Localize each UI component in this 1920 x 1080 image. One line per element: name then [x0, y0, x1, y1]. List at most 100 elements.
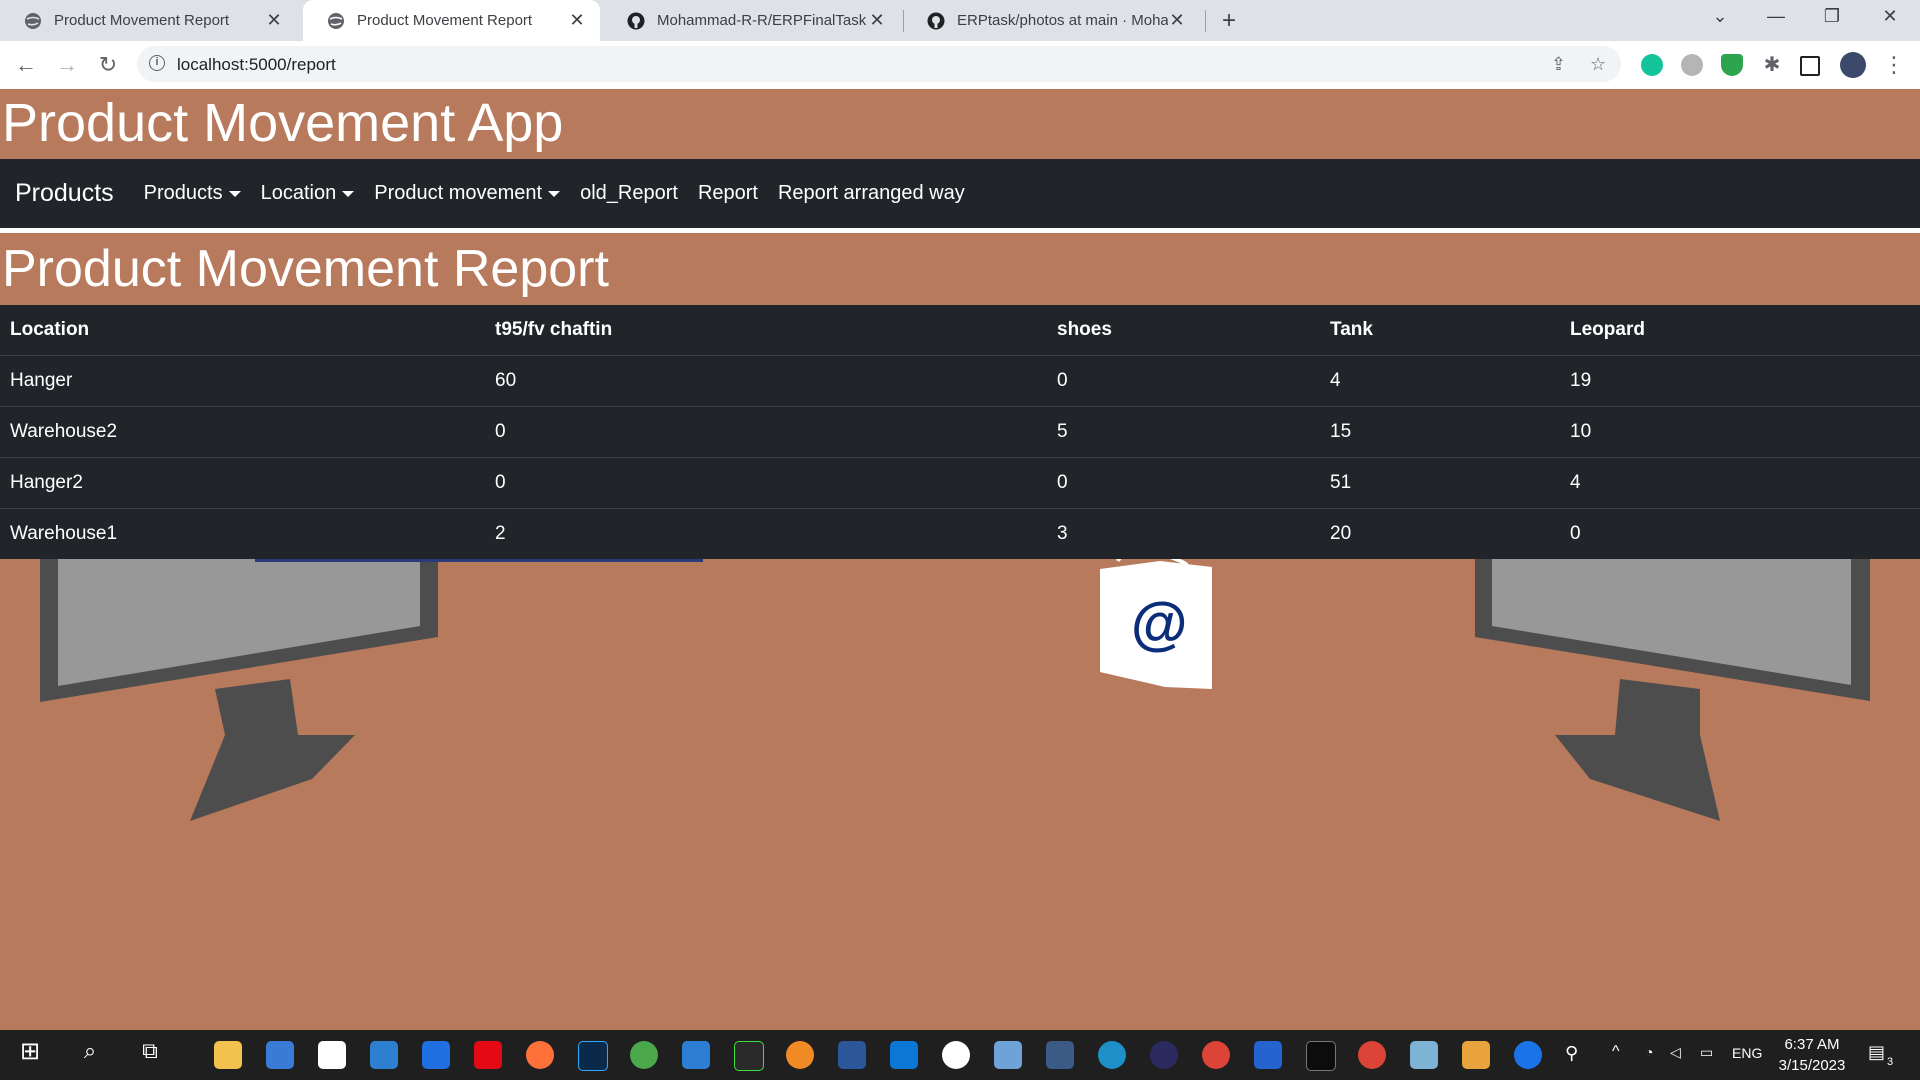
- column-header-t95-fv-chaftin: t95/fv chaftin: [485, 305, 1047, 356]
- photoshop-icon[interactable]: [578, 1041, 608, 1071]
- table-cell: 0: [485, 406, 1047, 458]
- notifications-icon[interactable]: ▤: [1868, 1042, 1885, 1063]
- browser-tab-strip: Product Movement Report ✕ Product Moveme…: [0, 0, 1920, 41]
- system-clock[interactable]: 6:37 AM 3/15/2023: [1762, 1034, 1862, 1076]
- nav-old-report-link[interactable]: old_Report: [580, 182, 678, 205]
- browser-tab-4[interactable]: ERPtask/photos at main · Mohamr ✕: [903, 0, 1200, 41]
- nav-item-label: Product movement: [374, 182, 543, 204]
- profile-avatar[interactable]: [1840, 52, 1866, 78]
- amazon-icon[interactable]: [318, 1041, 346, 1069]
- browser-tab-1[interactable]: Product Movement Report ✕: [0, 0, 297, 41]
- puzzle-extensions-icon[interactable]: ✱: [1761, 54, 1783, 76]
- grammarly-extension-icon[interactable]: [1641, 54, 1663, 76]
- minimize-button[interactable]: —: [1756, 6, 1796, 27]
- browser-tab-2-active[interactable]: Product Movement Report ✕: [303, 0, 600, 41]
- forward-arrow-icon[interactable]: →: [53, 51, 81, 79]
- address-bar[interactable]: i localhost:5000/report ⇪ ☆: [137, 46, 1621, 82]
- nav-report-link[interactable]: Report: [698, 182, 758, 205]
- brave-icon[interactable]: [786, 1041, 814, 1069]
- tab-title: Product Movement Report: [54, 12, 230, 29]
- todo-icon[interactable]: [1254, 1041, 1282, 1069]
- tab-search-icon[interactable]: ⌄: [1700, 6, 1740, 27]
- ssms-icon[interactable]: [1046, 1041, 1074, 1069]
- volume-icon[interactable]: ◁: [1670, 1044, 1681, 1061]
- shopping-bag-graphic: @: [1100, 547, 1212, 689]
- search-icon[interactable]: ⌕: [75, 1038, 105, 1064]
- media-player-icon[interactable]: [682, 1041, 710, 1069]
- globe-icon: [25, 12, 41, 29]
- shield-extension-icon[interactable]: [1721, 54, 1743, 76]
- dropbox-icon[interactable]: [422, 1041, 450, 1069]
- chrome-icon[interactable]: [1202, 1041, 1230, 1069]
- column-header-shoes: shoes: [1047, 305, 1320, 356]
- app-icon[interactable]: [1410, 1041, 1438, 1069]
- eclipse-icon[interactable]: [1150, 1041, 1178, 1069]
- side-panel-icon[interactable]: [1800, 56, 1820, 76]
- browser-toolbar: ← → ↻ i localhost:5000/report ⇪ ☆ ✱ ⋮: [0, 41, 1920, 89]
- close-tab-icon[interactable]: ✕: [1168, 10, 1186, 31]
- clock-date: 3/15/2023: [1778, 1057, 1846, 1074]
- tab-title: Product Movement Report: [357, 12, 533, 29]
- table-cell: 2: [485, 508, 1047, 559]
- vscode-icon[interactable]: [890, 1041, 918, 1069]
- new-tab-button[interactable]: +: [1222, 7, 1236, 35]
- close-tab-icon[interactable]: ✕: [265, 10, 283, 31]
- close-tab-icon[interactable]: ✕: [568, 10, 586, 31]
- cmd-icon[interactable]: [1306, 1041, 1336, 1071]
- word-icon[interactable]: [838, 1041, 866, 1069]
- globe-icon: [328, 12, 344, 29]
- netflix-icon[interactable]: [474, 1041, 502, 1069]
- site-info-icon[interactable]: i: [149, 55, 165, 71]
- nav-item-label: Products: [143, 182, 223, 204]
- app-icon[interactable]: [942, 1041, 970, 1069]
- tab-separator: [1205, 10, 1206, 32]
- table-cell: 51: [1320, 457, 1560, 509]
- reload-icon[interactable]: ↻: [94, 51, 122, 79]
- menu-kebab-icon[interactable]: ⋮: [1880, 51, 1908, 79]
- restore-button[interactable]: ❐: [1812, 6, 1852, 27]
- chevron-up-icon[interactable]: ^: [1612, 1043, 1620, 1061]
- bookmark-star-icon[interactable]: ☆: [1590, 54, 1606, 75]
- mail-icon[interactable]: [370, 1041, 398, 1069]
- table-header-row: Location t95/fv chaftin shoes Tank Leopa…: [0, 305, 1920, 356]
- caret-down-icon: [228, 190, 241, 197]
- nav-report-arranged-link[interactable]: Report arranged way: [778, 182, 965, 205]
- people-icon[interactable]: ⚲: [1565, 1043, 1578, 1064]
- table-cell: 0: [1047, 457, 1320, 509]
- microsoft-store-icon[interactable]: [266, 1041, 294, 1069]
- extension-icon[interactable]: [1681, 54, 1703, 76]
- url-text: localhost:5000/report: [177, 55, 336, 74]
- edge-icon[interactable]: [1098, 1041, 1126, 1069]
- help-icon[interactable]: [1514, 1041, 1542, 1069]
- wifi-icon[interactable]: ◔: [1645, 1044, 1653, 1060]
- task-view-icon[interactable]: ⧉: [135, 1038, 165, 1064]
- nav-product-movement-dropdown[interactable]: Product movement: [374, 182, 561, 205]
- table-cell: Warehouse1: [0, 508, 485, 559]
- table-cell: Warehouse2: [0, 406, 485, 458]
- svg-text:@: @: [1130, 592, 1187, 657]
- navbar-brand[interactable]: Products: [15, 179, 114, 208]
- right-monitor-graphic: [1475, 559, 1870, 821]
- language-indicator[interactable]: ENG: [1732, 1045, 1762, 1061]
- file-explorer-icon[interactable]: [214, 1041, 242, 1069]
- table-cell: 3: [1047, 508, 1320, 559]
- page-content: @ Product Movement App Products Products…: [0, 89, 1920, 1030]
- git-icon[interactable]: [1462, 1041, 1490, 1069]
- browser-tab-3[interactable]: Mohammad-R-R/ERPFinalTask ✕: [603, 0, 900, 41]
- windows-start-icon[interactable]: ⊞: [15, 1037, 45, 1066]
- utorrent-icon[interactable]: [630, 1041, 658, 1069]
- close-window-button[interactable]: ✕: [1870, 6, 1910, 27]
- table-cell: 60: [485, 355, 1047, 407]
- firefox-icon[interactable]: [526, 1041, 554, 1069]
- nav-products-dropdown[interactable]: Products: [144, 182, 241, 205]
- chrome-profile-icon[interactable]: [1358, 1041, 1386, 1069]
- nav-location-dropdown[interactable]: Location: [261, 182, 355, 205]
- table-row: Hanger 60 0 4 19: [0, 355, 1920, 407]
- terminal-app-icon[interactable]: [734, 1041, 764, 1071]
- battery-icon[interactable]: ▭: [1700, 1044, 1713, 1061]
- close-tab-icon[interactable]: ✕: [868, 10, 886, 31]
- nav-item-label: Location: [260, 182, 337, 204]
- virtualbox-icon[interactable]: [994, 1041, 1022, 1069]
- back-arrow-icon[interactable]: ←: [12, 51, 40, 79]
- share-icon[interactable]: ⇪: [1551, 54, 1566, 75]
